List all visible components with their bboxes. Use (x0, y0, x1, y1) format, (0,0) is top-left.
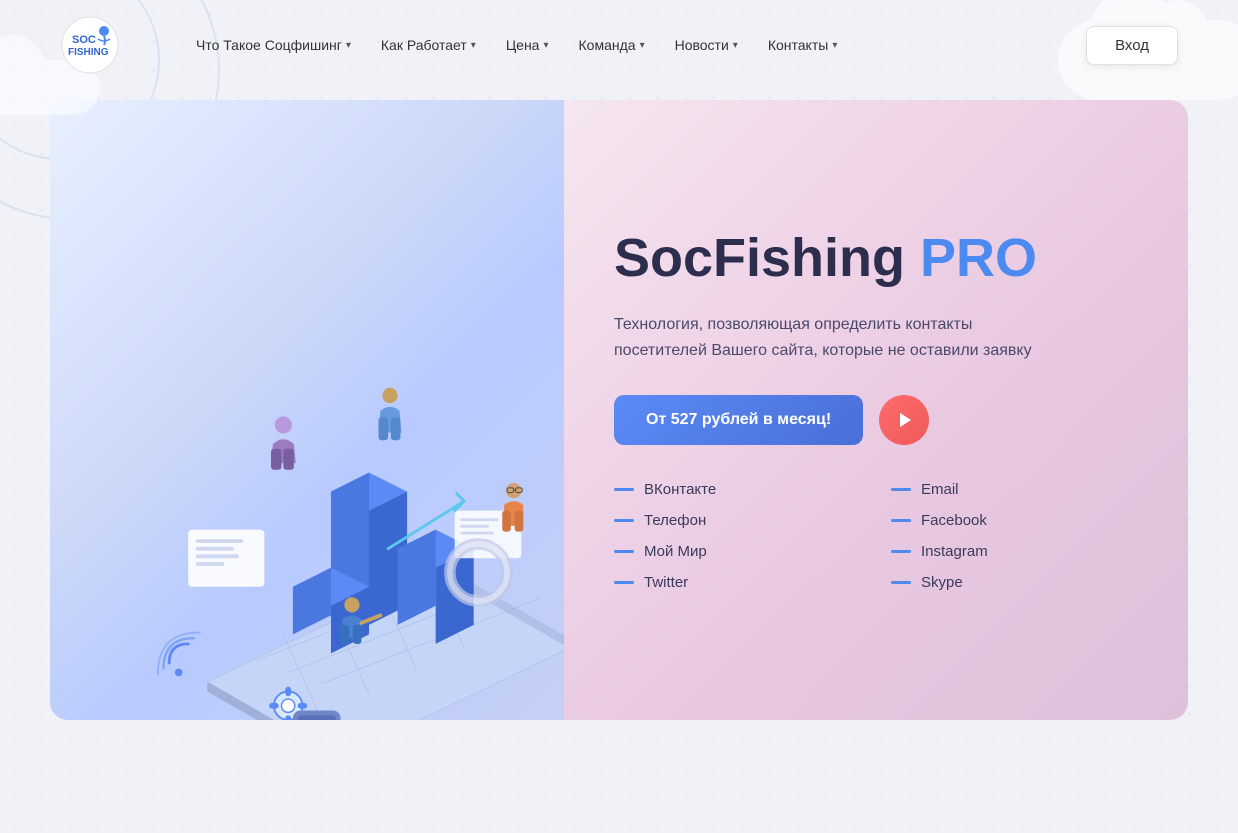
illustration-area (50, 100, 564, 720)
hero-subtitle: Технология, позволяющая определить конта… (614, 312, 1034, 363)
feature-dash-icon (891, 488, 911, 491)
feature-twitter: Twitter (614, 574, 851, 591)
chevron-down-icon: ▾ (346, 40, 351, 51)
nav-item-news[interactable]: Новости ▾ (663, 29, 750, 61)
hero-svg-illustration (60, 130, 640, 720)
main-nav: Что Такое Соцфишинг ▾ Как Работает ▾ Цен… (184, 29, 1086, 61)
features-grid: ВКонтакте Email Телефон Facebook Мой Мир… (614, 481, 1128, 591)
play-icon (893, 409, 915, 431)
cta-price-button[interactable]: От 527 рублей в месяц! (614, 395, 863, 445)
chevron-down-icon: ▾ (733, 40, 738, 51)
hero-cta-row: От 527 рублей в месяц! (614, 395, 1128, 445)
hero-section: SocFishing PRO Технология, позволяющая о… (50, 100, 1188, 720)
svg-text:SOC: SOC (72, 34, 96, 46)
feature-vkontakte: ВКонтакте (614, 481, 851, 498)
feature-skype: Skype (891, 574, 1128, 591)
chevron-down-icon: ▾ (543, 40, 548, 51)
chevron-down-icon: ▾ (832, 40, 837, 51)
header: SOC FISHING Что Такое Соцфишинг ▾ Как Ра… (0, 0, 1238, 90)
hero-title: SocFishing PRO (614, 229, 1128, 288)
feature-moy-mir: Мой Мир (614, 543, 851, 560)
login-button[interactable]: Вход (1086, 26, 1178, 65)
cta-arrow-button[interactable] (879, 395, 929, 445)
nav-item-contacts[interactable]: Контакты ▾ (756, 29, 850, 61)
feature-email: Email (891, 481, 1128, 498)
nav-item-how[interactable]: Как Работает ▾ (369, 29, 488, 61)
feature-dash-icon (614, 550, 634, 553)
hero-content: SocFishing PRO Технология, позволяющая о… (564, 100, 1188, 720)
hero-illustration (50, 100, 564, 720)
svg-text:FISHING: FISHING (68, 47, 109, 58)
feature-dash-icon (891, 550, 911, 553)
nav-item-price[interactable]: Цена ▾ (494, 29, 561, 61)
feature-dash-icon (891, 519, 911, 522)
feature-instagram: Instagram (891, 543, 1128, 560)
nav-item-what[interactable]: Что Такое Соцфишинг ▾ (184, 29, 363, 61)
chevron-down-icon: ▾ (640, 40, 645, 51)
feature-dash-icon (614, 581, 634, 584)
chevron-down-icon: ▾ (471, 40, 476, 51)
nav-item-team[interactable]: Команда ▾ (567, 29, 657, 61)
logo-icon: SOC FISHING (60, 15, 120, 75)
feature-facebook: Facebook (891, 512, 1128, 529)
feature-dash-icon (614, 519, 634, 522)
feature-dash-icon (891, 581, 911, 584)
logo-link[interactable]: SOC FISHING (60, 15, 124, 75)
feature-phone: Телефон (614, 512, 851, 529)
feature-dash-icon (614, 488, 634, 491)
